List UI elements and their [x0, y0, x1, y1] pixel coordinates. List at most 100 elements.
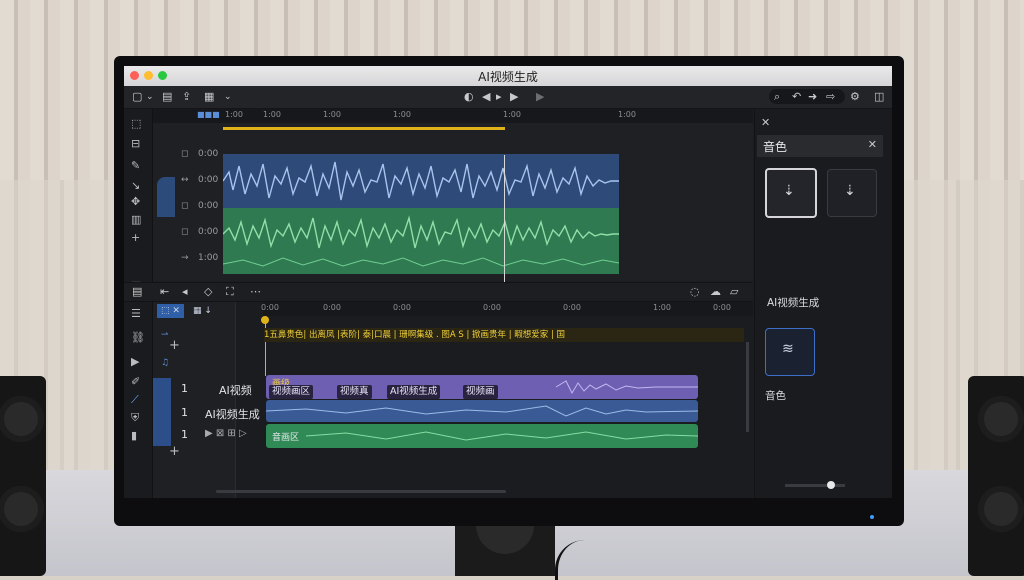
save-icon[interactable]: ▤	[162, 89, 172, 105]
track-icon[interactable]: ◻	[181, 227, 188, 237]
panel-icon[interactable]: ▤	[132, 284, 142, 300]
tab-list[interactable]: ▦ ↓	[193, 304, 212, 318]
play-tool-icon[interactable]: ▶	[131, 355, 139, 368]
arrow-tool-icon[interactable]: ↘	[131, 179, 140, 192]
expand-icon[interactable]: ⛶	[226, 284, 234, 300]
move-tool-icon[interactable]: ✥	[131, 195, 140, 208]
snapshot-icon[interactable]: ◌	[690, 284, 700, 300]
editor-ruler: ■■■ 1:00 1:00 1:00 1:00 1:00 1:00	[153, 109, 753, 123]
undo-icon[interactable]: ↶	[792, 89, 801, 105]
search-icon[interactable]: ⌕	[774, 89, 780, 105]
forward-icon[interactable]: ➜	[808, 89, 817, 105]
bookmark-icon[interactable]: ▮	[131, 429, 137, 442]
pen-tool-icon[interactable]: ✎	[131, 159, 140, 172]
trim-icon[interactable]: ◂	[182, 284, 188, 300]
subtitle-text: 1五鼻贵色| 出离凤 |表阶| 泰|口晨 | 珊啊集级 . 图A S | 掀画贵…	[264, 330, 566, 340]
folder-icon[interactable]: ▱	[730, 284, 738, 300]
track-color-strip	[153, 378, 171, 446]
audio-clip-blue[interactable]	[266, 400, 698, 422]
ruler-label: 1:00	[503, 110, 521, 119]
media-icon[interactable]: ▦	[204, 89, 214, 105]
tool-column: ⬚ ⊟ ✎ ↘ ✥ ▥ + ▤ ☰ ⛓ ▶ ✐ ⟋ ⛨ ▮	[124, 109, 153, 498]
clip-tool-icon[interactable]: ⊟	[131, 137, 140, 150]
speaker-cone	[978, 396, 1024, 442]
right-speaker	[968, 376, 1024, 576]
audio-clip-green[interactable]: 音画区	[266, 424, 698, 448]
list-icon[interactable]: ☰	[131, 307, 141, 320]
volume-slider[interactable]	[785, 484, 845, 487]
magic-wand-icon[interactable]: ⟋	[131, 393, 139, 407]
speaker-cone	[0, 486, 44, 532]
toolbar: ▢ ⌄ ▤ ⇪ ▦ ⌄ ◐ ◀ ▸ ▶ ▶ ⌕ ↶ ➜ ⇨ ⚙ ◫	[124, 86, 892, 109]
timeline-toolbar: ▤ ⇤ ◂ ◇ ⛶ ⋯ ◌ ☁ ▱	[124, 282, 752, 302]
track-icon[interactable]: ◻	[181, 201, 188, 211]
panel-toggle-icon[interactable]: ◫	[874, 89, 884, 105]
tag-icon[interactable]: ◇	[204, 284, 212, 300]
skip-forward-icon[interactable]: ▶	[536, 89, 544, 105]
timeline-vscroll[interactable]	[746, 342, 749, 432]
selection-range-bar[interactable]	[223, 127, 505, 130]
audio-waveform-blue[interactable]	[222, 154, 619, 208]
ruler-label: 1:00	[653, 303, 671, 312]
waveform-svg	[222, 161, 619, 201]
ruler-label: 1:00	[618, 110, 636, 119]
shield-icon[interactable]: ⛨	[131, 411, 139, 425]
left-speaker	[0, 376, 46, 576]
settings-icon[interactable]: ⚙	[850, 89, 860, 105]
clip-chip[interactable]: 视频画区	[269, 385, 314, 399]
clip-chip[interactable]: 视频真	[337, 385, 372, 399]
import-icon[interactable]: ⇪	[182, 89, 191, 105]
track-icon[interactable]: ◻	[181, 149, 188, 159]
close-icon[interactable]: ✕	[761, 115, 770, 131]
voice-option[interactable]: ⇣	[827, 169, 877, 217]
track-handle[interactable]	[157, 177, 175, 217]
link-icon[interactable]: ⛓	[131, 331, 145, 344]
voice-option-blue[interactable]: ≋	[765, 328, 815, 376]
cloud-icon[interactable]: ☁	[710, 284, 721, 300]
track-value: 0:00	[198, 201, 219, 211]
loop-icon[interactable]: ◐	[464, 89, 474, 105]
rewind-icon[interactable]: ◀	[482, 89, 490, 105]
levels-tool-icon[interactable]: ▥	[131, 213, 141, 226]
timeline-scrollbar[interactable]	[216, 490, 506, 493]
track-icon[interactable]: →	[181, 253, 189, 263]
split-icon[interactable]: ⇤	[160, 284, 169, 300]
add-tool-icon[interactable]: +	[131, 231, 140, 244]
chevron-down-icon[interactable]: ⌄	[146, 89, 154, 105]
tab-track-icon[interactable]: ⬚ ✕	[157, 304, 184, 318]
timeline-playhead[interactable]	[265, 316, 266, 376]
close-icon[interactable]: ✕	[868, 138, 877, 151]
clip-chip[interactable]: 视频画	[463, 385, 498, 399]
waveform-svg	[222, 215, 620, 267]
track-number: 1	[181, 406, 188, 419]
ruler-label: 0:00	[323, 303, 341, 312]
ruler-label: 1:00	[393, 110, 411, 119]
add-track-icon[interactable]: +	[169, 338, 180, 353]
volume-slider-knob[interactable]	[827, 481, 835, 489]
select-tool-icon[interactable]: ⬚	[131, 117, 141, 130]
voice-panel: ✕ 音色 ✕ ⇣ ⇣ AI视频生成 ≋ 音色	[754, 109, 892, 498]
clip-chip[interactable]: AI视频生成	[387, 385, 441, 399]
download-icon: ⇣	[844, 183, 856, 199]
clip-waveform	[266, 405, 698, 417]
link-icon[interactable]: ⇀	[161, 328, 169, 342]
track-controls[interactable]: ▶ ⊠ ⊞ ▷	[205, 428, 247, 439]
skip-back-icon[interactable]: ▸	[496, 89, 502, 105]
ripple-icon[interactable]: ⋯	[250, 284, 261, 300]
ruler-label: 0:00	[393, 303, 411, 312]
audio-icon[interactable]: ♫	[161, 356, 169, 370]
track-value: 0:00	[198, 227, 219, 237]
brush-icon[interactable]: ✐	[131, 375, 140, 388]
new-project-icon[interactable]: ▢	[132, 89, 142, 105]
audio-waveform-green[interactable]	[222, 208, 620, 274]
speaker-cone	[978, 486, 1024, 532]
chevron-down-icon[interactable]: ⌄	[224, 89, 232, 105]
ruler-label: 0:00	[563, 303, 581, 312]
title-bar: AI视频生成	[124, 66, 892, 86]
export-icon[interactable]: ⇨	[826, 89, 835, 105]
add-track-icon[interactable]: +	[169, 444, 180, 459]
track-icon[interactable]: ↔	[181, 175, 189, 185]
play-icon[interactable]: ▶	[510, 89, 518, 105]
subtitle-track[interactable]: 1五鼻贵色| 出离凤 |表阶| 泰|口晨 | 珊啊集级 . 图A S | 掀画贵…	[264, 328, 744, 342]
voice-option-selected[interactable]: ⇣	[765, 168, 817, 218]
